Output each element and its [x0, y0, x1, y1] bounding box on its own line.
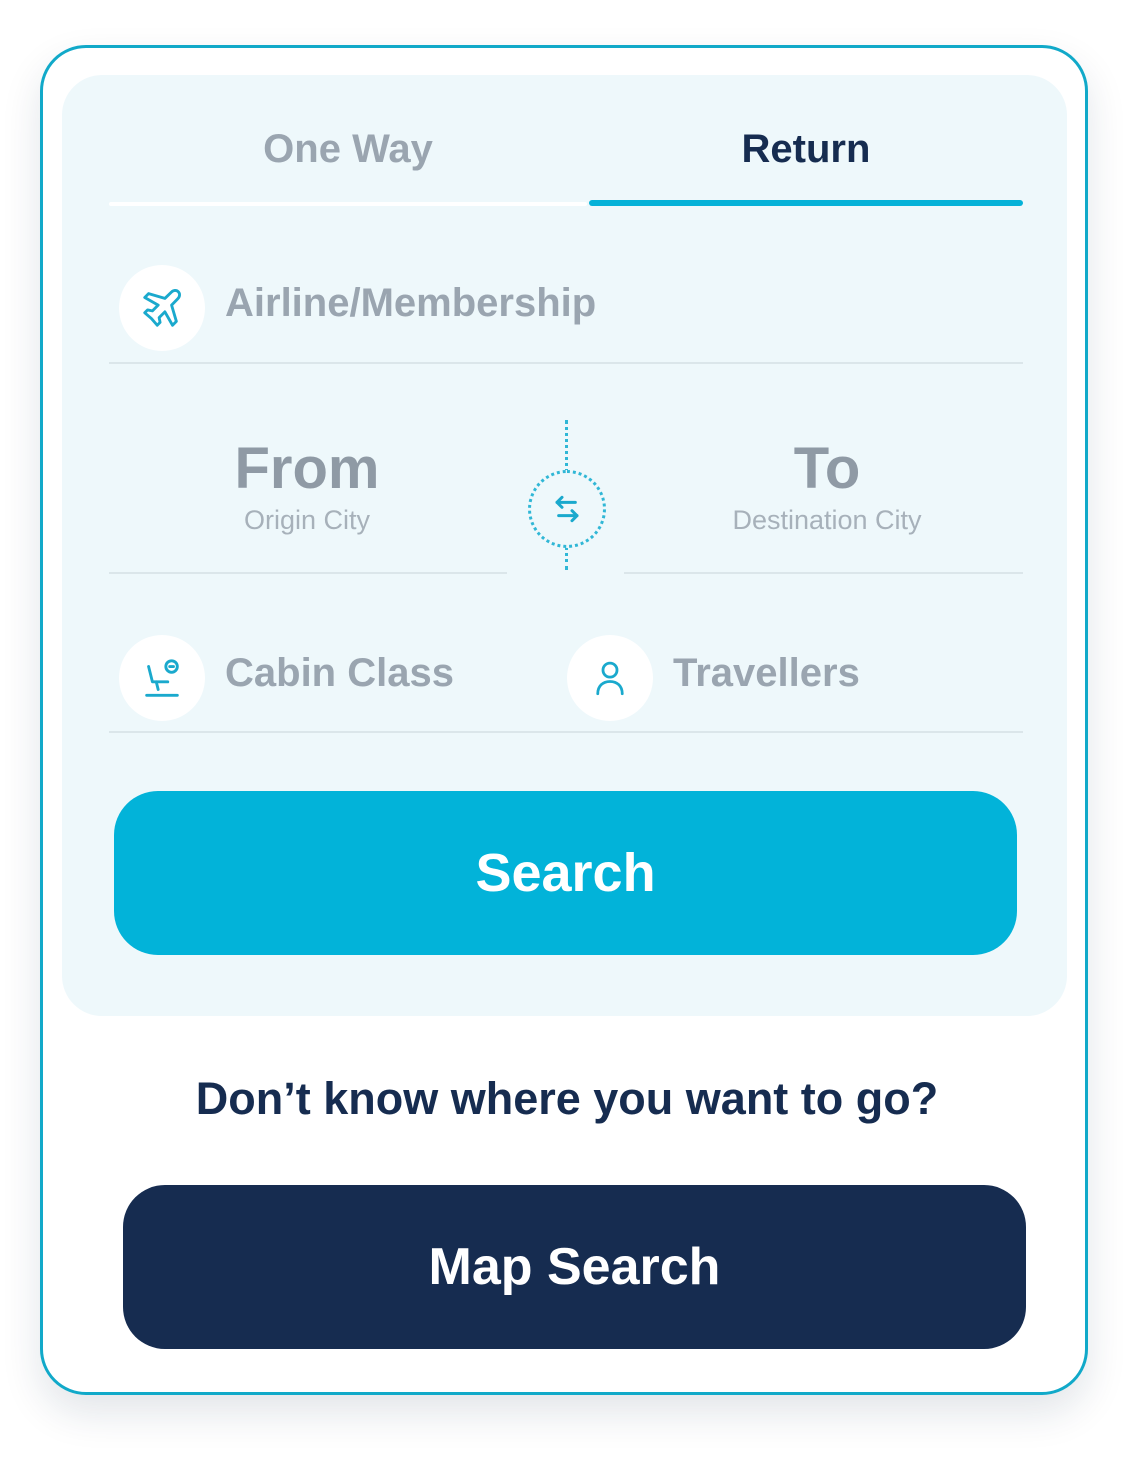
tab-return[interactable]: Return [589, 127, 1023, 177]
search-form-panel: One Way Return Airline/Membership From O… [62, 75, 1067, 1016]
person-icon [596, 661, 624, 696]
tab-active-indicator [589, 200, 1023, 206]
airplane-icon [143, 289, 181, 327]
divider [109, 731, 1023, 733]
seat-icon [145, 659, 179, 697]
airline-membership-field[interactable]: Airline/Membership [225, 281, 596, 326]
origin-label: From [234, 436, 380, 501]
flight-search-card: One Way Return Airline/Membership From O… [40, 45, 1088, 1395]
cabin-class-field[interactable]: Cabin Class [225, 651, 454, 696]
destination-sublabel: Destination City [732, 505, 922, 535]
airline-icon-circle [119, 265, 205, 351]
swap-arrows-icon [555, 495, 579, 523]
origin-sublabel: Origin City [243, 505, 371, 535]
destination-city-field[interactable]: To Destination City [682, 437, 972, 536]
origin-city-field[interactable]: From Origin City [162, 437, 452, 536]
map-search-prompt: Don’t know where you want to go? [195, 1073, 939, 1124]
destination-label: To [793, 436, 861, 501]
tab-underline [109, 202, 587, 206]
cabin-icon-circle [119, 635, 205, 721]
tab-one-way[interactable]: One Way [109, 127, 587, 177]
divider [109, 572, 507, 574]
swap-button[interactable] [528, 470, 606, 548]
travellers-field[interactable]: Travellers [673, 651, 860, 696]
divider [624, 572, 1023, 574]
divider [109, 362, 1023, 364]
search-button[interactable]: Search [114, 791, 1017, 955]
map-search-button[interactable]: Map Search [123, 1185, 1026, 1349]
trip-type-tabs: One Way Return [109, 75, 1023, 207]
travellers-icon-circle [567, 635, 653, 721]
